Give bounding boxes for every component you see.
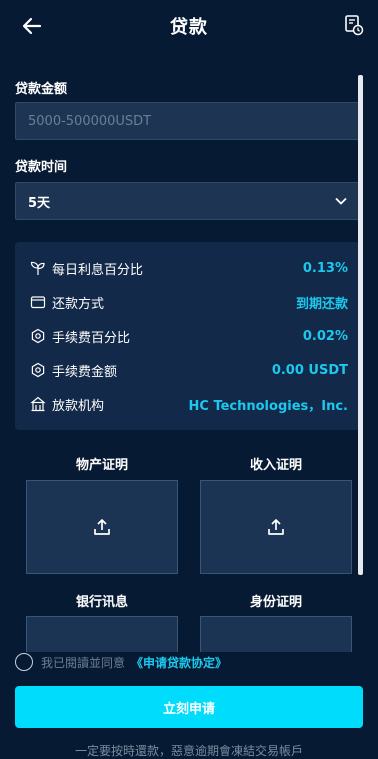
upload-icon bbox=[268, 519, 284, 535]
income-proof-upload[interactable] bbox=[200, 480, 352, 574]
info-value: 0.13% bbox=[302, 260, 348, 276]
info-row-lender: 放款机构 HC Technologies，Inc. bbox=[30, 394, 348, 414]
upload-icon bbox=[94, 519, 110, 535]
info-label: 手续费金额 bbox=[52, 364, 118, 380]
repayment-warning: 一定要按時還款，惡意逾期會凍結交易帳戶 bbox=[74, 744, 303, 758]
info-label: 放款机构 bbox=[52, 398, 105, 414]
apply-now-button[interactable]: 立刻申请 bbox=[15, 686, 363, 728]
agreement-link[interactable]: 《申请贷款协定》 bbox=[131, 654, 227, 671]
loan-amount-input[interactable] bbox=[15, 102, 360, 140]
bank-icon bbox=[30, 396, 46, 412]
chevron-down-icon bbox=[335, 197, 347, 205]
wallet-icon bbox=[30, 296, 46, 309]
info-row-fee-percentage: 手续费百分比 0.02% bbox=[30, 326, 348, 346]
property-proof-title: 物产证明 bbox=[75, 458, 128, 473]
income-proof-title: 收入证明 bbox=[249, 458, 302, 473]
hexagon-icon bbox=[31, 328, 45, 344]
agreement-text: 我已閱讀並同意 bbox=[41, 655, 126, 670]
form-scroll-area[interactable]: 贷款金额 贷款时间 5天 每日利息百分比 0.13% 还款方式 bbox=[0, 52, 378, 652]
agreement-row: 我已閱讀並同意 《申请贷款协定》 bbox=[15, 652, 227, 672]
sprout-icon bbox=[30, 261, 45, 275]
info-value: 到期还款 bbox=[295, 296, 348, 312]
loan-term-value: 5天 bbox=[28, 195, 51, 211]
info-value: 0.00 USDT bbox=[271, 362, 348, 378]
info-row-daily-interest: 每日利息百分比 0.13% bbox=[30, 258, 348, 278]
scrollbar[interactable] bbox=[358, 75, 363, 575]
info-label: 每日利息百分比 bbox=[52, 262, 144, 278]
id-proof-upload[interactable] bbox=[200, 616, 352, 652]
id-proof-title: 身份证明 bbox=[249, 595, 302, 610]
term-label: 贷款时间 bbox=[15, 160, 68, 175]
page-title: 贷款 bbox=[170, 17, 208, 38]
top-bar: 贷款 bbox=[0, 0, 378, 52]
back-arrow-icon[interactable] bbox=[20, 14, 44, 38]
hexagon-icon bbox=[31, 362, 45, 378]
bank-info-title: 银行讯息 bbox=[75, 595, 128, 610]
loan-info-card: 每日利息百分比 0.13% 还款方式 到期还款 手续费百分比 0.02% 手续费… bbox=[15, 242, 360, 430]
loan-term-select[interactable]: 5天 bbox=[15, 182, 360, 220]
info-row-fee-amount: 手续费金额 0.00 USDT bbox=[30, 360, 348, 380]
info-value: 0.02% bbox=[302, 328, 348, 344]
bank-info-upload[interactable] bbox=[26, 616, 178, 652]
agreement-radio[interactable] bbox=[15, 653, 33, 671]
history-records-icon[interactable] bbox=[344, 14, 364, 36]
info-label: 手续费百分比 bbox=[52, 330, 131, 346]
property-proof-upload[interactable] bbox=[26, 480, 178, 574]
info-row-repayment-method: 还款方式 到期还款 bbox=[30, 292, 348, 312]
amount-label: 贷款金额 bbox=[15, 82, 68, 97]
info-value: HC Technologies，Inc. bbox=[188, 398, 349, 414]
info-label: 还款方式 bbox=[52, 296, 105, 312]
